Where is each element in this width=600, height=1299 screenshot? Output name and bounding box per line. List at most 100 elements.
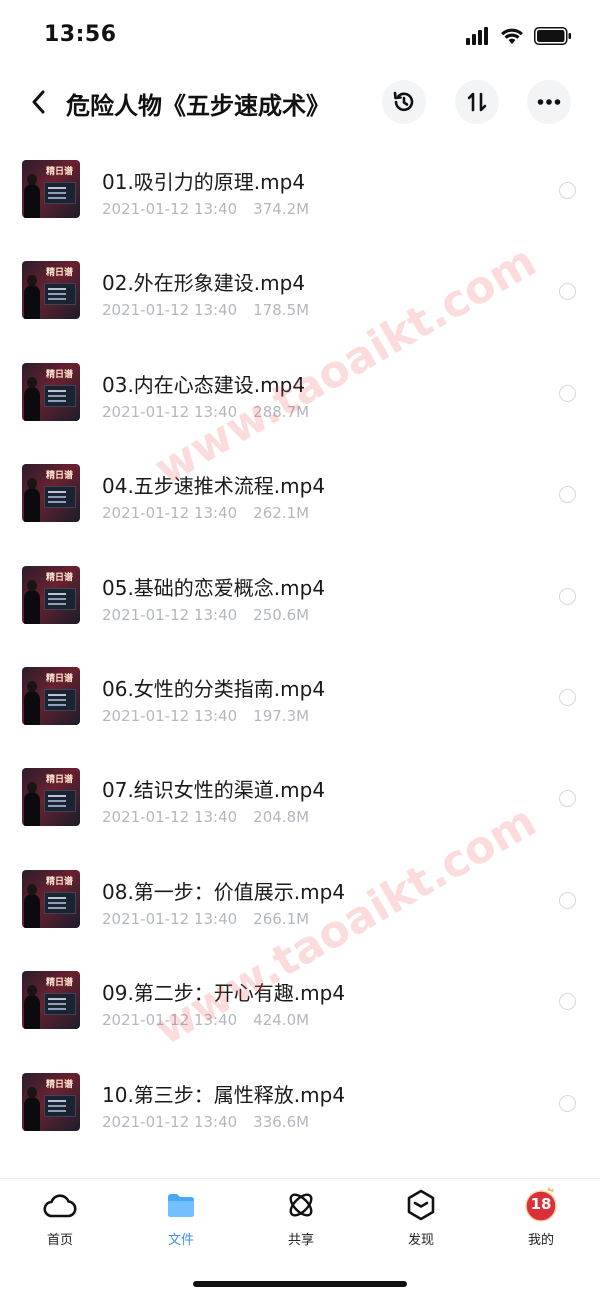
- back-button[interactable]: [18, 82, 58, 122]
- select-radio[interactable]: [559, 384, 576, 402]
- screen: 13:56 危险人物《五步速成术》 精日谱 01.吸引力的原理.mp4 2021…: [0, 0, 600, 1299]
- file-name: 07.结识女性的渠道.mp4: [102, 778, 326, 803]
- file-size: 266.1M: [253, 909, 310, 928]
- thumbnail-caption: 精日谱: [46, 471, 74, 482]
- file-row[interactable]: 精日谱 03.内在心态建设.mp4 2021-01-12 13:40 288.7M: [0, 337, 600, 438]
- file-name: 10.第三步：属性释放.mp4: [102, 1082, 346, 1107]
- tab-home[interactable]: 首页: [20, 1187, 100, 1251]
- select-radio[interactable]: [559, 587, 576, 605]
- file-meta: 2021-01-12 13:40 424.0M: [102, 1011, 309, 1029]
- thumbnail-presenter: [24, 1086, 40, 1131]
- thumbnail-caption: 精日谱: [46, 167, 74, 177]
- thumbnail-caption: 精日谱: [46, 775, 74, 786]
- video-thumbnail: 精日谱: [22, 1072, 80, 1131]
- file-row[interactable]: 精日谱 02.外在形象建设.mp4 2021-01-12 13:40 178.5M: [0, 235, 600, 336]
- thumbnail-slide: [44, 384, 76, 407]
- file-row[interactable]: 精日谱 06.女性的分类指南.mp4 2021-01-12 13:40 197.3M: [0, 641, 600, 742]
- page-title: 危险人物《五步速成术》: [66, 92, 330, 120]
- thumbnail-caption: 精日谱: [46, 673, 74, 684]
- tab-files[interactable]: 文件: [141, 1187, 221, 1251]
- file-meta: 2021-01-12 13:40 266.1M: [102, 910, 309, 928]
- video-thumbnail: 精日谱: [22, 768, 80, 827]
- tab-label: 发现: [407, 1233, 434, 1248]
- file-name: 02.外在形象建设.mp4: [102, 271, 306, 296]
- select-radio[interactable]: [559, 688, 576, 706]
- file-row[interactable]: 精日谱 10.第三步：属性释放.mp4 2021-01-12 13:40 336.6M: [0, 1047, 600, 1148]
- file-date: 2021-01-12 13:40: [102, 706, 238, 725]
- thumbnail-caption: 精日谱: [46, 572, 74, 583]
- file-size: 424.0M: [253, 1011, 310, 1030]
- select-radio[interactable]: [559, 182, 576, 199]
- file-row[interactable]: 精日谱 05.基础的恋爱概念.mp4 2021-01-12 13:40 250.6M: [0, 540, 600, 641]
- file-row[interactable]: 精日谱 09.第二步：开心有趣.mp4 2021-01-12 13:40 424.0M: [0, 945, 600, 1046]
- thumbnail-presenter: [24, 376, 40, 421]
- file-name: 01.吸引力的原理.mp4: [102, 170, 306, 194]
- thumbnail-caption: 精日谱: [46, 268, 74, 279]
- thumbnail-caption: 精日谱: [46, 369, 74, 380]
- file-list[interactable]: 精日谱 01.吸引力的原理.mp4 2021-01-12 13:40 374.2M 精日…: [0, 134, 600, 1178]
- more-icon: [537, 99, 561, 105]
- tab-profile[interactable]: 18 我的: [501, 1187, 581, 1251]
- thumbnail-slide: [44, 790, 76, 813]
- sort-button[interactable]: [455, 80, 499, 124]
- thumbnail-presenter: [24, 782, 40, 827]
- thumbnail-slide: [44, 993, 76, 1016]
- thumbnail-presenter: [24, 985, 40, 1030]
- video-thumbnail: 精日谱: [22, 362, 80, 421]
- file-name: 04.五步速推术流程.mp4: [102, 474, 326, 499]
- thumbnail-presenter: [24, 174, 40, 218]
- tab-discover[interactable]: 发现: [381, 1187, 461, 1251]
- thumbnail-caption: 精日谱: [46, 876, 74, 887]
- video-thumbnail: 精日谱: [22, 869, 80, 928]
- thumbnail-presenter: [24, 883, 40, 928]
- tab-label: 文件: [167, 1233, 194, 1248]
- file-size: 178.5M: [253, 301, 310, 320]
- history-button[interactable]: [382, 80, 426, 124]
- file-size: 336.6M: [253, 1112, 310, 1131]
- thumbnail-caption: 精日谱: [46, 978, 74, 989]
- more-button[interactable]: [527, 80, 571, 124]
- select-radio[interactable]: [559, 993, 576, 1011]
- file-row[interactable]: 精日谱 08.第一步：价值展示.mp4 2021-01-12 13:40 266.1M: [0, 844, 600, 945]
- file-date: 2021-01-12 13:40: [102, 1112, 238, 1131]
- video-thumbnail: 精日谱: [22, 261, 80, 320]
- select-radio[interactable]: [559, 486, 576, 504]
- file-meta: 2021-01-12 13:40 250.6M: [102, 606, 309, 624]
- file-meta: 2021-01-12 13:40 336.6M: [102, 1113, 309, 1131]
- file-date: 2021-01-12 13:40: [102, 1011, 238, 1030]
- file-size: 204.8M: [253, 808, 310, 827]
- sort-icon: [467, 92, 487, 112]
- thumbnail-slide: [44, 486, 76, 509]
- file-meta: 2021-01-12 13:40 197.3M: [102, 707, 309, 725]
- file-size: 197.3M: [253, 706, 310, 725]
- folder-icon: [168, 1194, 194, 1217]
- tab-label: 首页: [46, 1233, 73, 1248]
- header: 危险人物《五步速成术》: [0, 72, 600, 132]
- signal-icon: [466, 27, 488, 45]
- thumbnail-presenter: [24, 680, 40, 725]
- file-row[interactable]: 精日谱 04.五步速推术流程.mp4 2021-01-12 13:40 262.1M: [0, 438, 600, 539]
- file-meta: 2021-01-12 13:40 262.1M: [102, 504, 309, 522]
- cloud-icon: [43, 1194, 77, 1218]
- select-radio[interactable]: [559, 790, 576, 808]
- file-meta: 2021-01-12 13:40 288.7M: [102, 403, 309, 421]
- file-size: 250.6M: [253, 605, 310, 624]
- tab-share[interactable]: 共享: [261, 1187, 341, 1251]
- thumbnail-slide: [44, 1094, 76, 1117]
- thumbnail-caption: 精日谱: [46, 1079, 74, 1090]
- select-radio[interactable]: [559, 283, 576, 301]
- atom-icon: [289, 1193, 313, 1217]
- thumbnail-slide: [44, 283, 76, 306]
- video-thumbnail: 精日谱: [22, 160, 80, 218]
- video-thumbnail: 精日谱: [22, 971, 80, 1030]
- tab-label: 我的: [527, 1233, 554, 1248]
- video-thumbnail: 精日谱: [22, 666, 80, 725]
- home-indicator[interactable]: [193, 1281, 407, 1287]
- file-row[interactable]: 精日谱 01.吸引力的原理.mp4 2021-01-12 13:40 374.2M: [0, 134, 600, 235]
- select-radio[interactable]: [559, 891, 576, 909]
- file-meta: 2021-01-12 13:40 178.5M: [102, 301, 309, 319]
- select-radio[interactable]: [559, 1094, 576, 1112]
- video-thumbnail: 精日谱: [22, 464, 80, 523]
- file-row[interactable]: 精日谱 07.结识女性的渠道.mp4 2021-01-12 13:40 204.8M: [0, 742, 600, 843]
- tab-label: 共享: [287, 1233, 314, 1248]
